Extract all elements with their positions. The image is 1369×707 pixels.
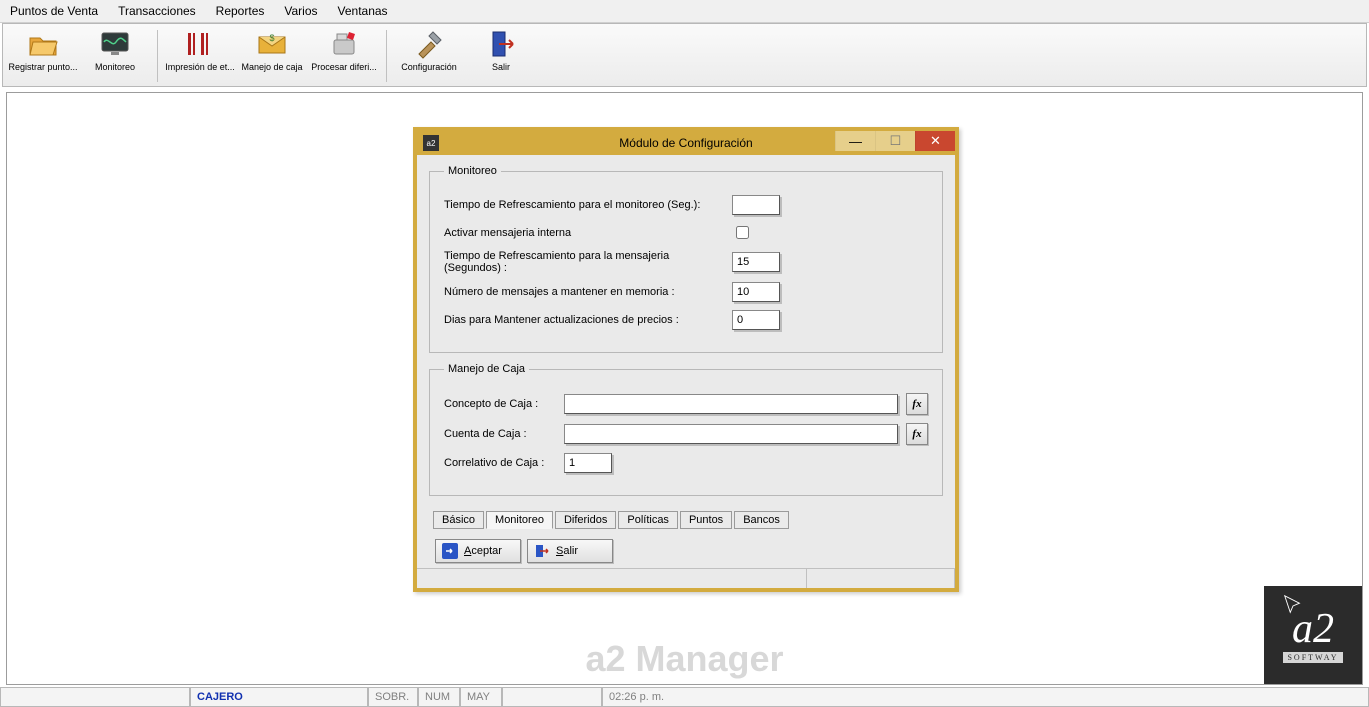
tools-icon — [413, 28, 445, 60]
toolbar-label: Salir — [492, 62, 510, 72]
group-caja-legend: Manejo de Caja — [444, 363, 529, 375]
dialog-statusbar — [417, 568, 955, 588]
accept-button[interactable]: Aceptar — [435, 539, 521, 563]
status-cajero: CAJERO — [190, 688, 368, 707]
main-toolbar: Registrar punto... Monitoreo Impresión d… — [2, 23, 1367, 87]
concepto-caja-label: Concepto de Caja : — [444, 398, 556, 410]
status-num: NUM — [418, 688, 460, 707]
folder-open-icon — [27, 28, 59, 60]
tab-politicas[interactable]: Políticas — [618, 511, 678, 529]
barcode-icon — [184, 28, 216, 60]
group-monitoreo: Monitoreo Tiempo de Refrescamiento para … — [429, 165, 943, 353]
brand-sub: SOFTWAY — [1283, 652, 1342, 663]
refresh-messaging-input[interactable] — [732, 252, 780, 272]
toolbar-label: Impresión de et... — [165, 62, 235, 72]
cuenta-caja-input[interactable] — [564, 424, 898, 444]
lookup-icon: fx — [912, 398, 921, 410]
enable-messaging-label: Activar mensajeria interna — [444, 227, 724, 239]
toolbar-label: Configuración — [401, 62, 457, 72]
menu-ventanas[interactable]: Ventanas — [334, 2, 392, 20]
enable-messaging-checkbox[interactable] — [736, 226, 749, 239]
menubar: Puntos de Venta Transacciones Reportes V… — [0, 0, 1369, 23]
watermark-text: a2 Manager — [585, 638, 783, 680]
menu-varios[interactable]: Varios — [280, 2, 321, 20]
dialog-tabstrip: Básico Monitoreo Diferidos Políticas Pun… — [429, 506, 943, 529]
toolbar-procesar-diferidos[interactable]: Procesar diferi... — [308, 26, 380, 74]
toolbar-configuracion[interactable]: Configuración — [393, 26, 465, 74]
num-messages-input[interactable] — [732, 282, 780, 302]
dialog-body: Monitoreo Tiempo de Refrescamiento para … — [417, 155, 955, 575]
status-may: MAY — [460, 688, 502, 707]
tab-puntos[interactable]: Puntos — [680, 511, 732, 529]
correlativo-caja-label: Correlativo de Caja : — [444, 457, 556, 469]
status-cell-empty — [0, 688, 190, 707]
group-monitoreo-legend: Monitoreo — [444, 165, 501, 177]
status-cell-empty2 — [502, 688, 602, 707]
svg-text:$: $ — [269, 33, 274, 43]
exit-arrow-icon — [534, 543, 550, 559]
toolbar-label: Registrar punto... — [8, 62, 77, 72]
days-price-input[interactable] — [732, 310, 780, 330]
accept-arrow-icon — [442, 543, 458, 559]
accept-label-rest: ceptar — [471, 545, 502, 557]
menu-transacciones[interactable]: Transacciones — [114, 2, 200, 20]
main-statusbar: CAJERO SOBR. NUM MAY 02:26 p. m. — [0, 687, 1369, 707]
cash-register-icon — [328, 28, 360, 60]
toolbar-separator — [157, 30, 158, 82]
toolbar-registrar-punto[interactable]: Registrar punto... — [7, 26, 79, 74]
monitor-icon — [99, 28, 131, 60]
maximize-button[interactable]: ☐ — [875, 131, 915, 151]
toolbar-label: Monitoreo — [95, 62, 135, 72]
tab-monitoreo[interactable]: Monitoreo — [486, 511, 553, 529]
dialog-status-cell — [807, 569, 955, 588]
brand-logo: a2 SOFTWAY — [1264, 586, 1362, 684]
days-price-label: Dias para Mantener actualizaciones de pr… — [444, 314, 724, 326]
toolbar-manejo-caja[interactable]: $ Manejo de caja — [236, 26, 308, 74]
toolbar-label: Manejo de caja — [241, 62, 302, 72]
cuenta-caja-lookup-button[interactable]: fx — [906, 423, 928, 445]
refresh-monitor-label: Tiempo de Refrescamiento para el monitor… — [444, 199, 724, 211]
dialog-status-cell — [417, 569, 807, 588]
config-dialog: a2 Módulo de Configuración — ☐ ✕ Monitor… — [413, 127, 959, 592]
cuenta-caja-label: Cuenta de Caja : — [444, 428, 556, 440]
refresh-messaging-label: Tiempo de Refrescamiento para la mensaje… — [444, 250, 724, 274]
group-manejo-caja: Manejo de Caja Concepto de Caja : fx Cue… — [429, 363, 943, 496]
menu-reportes[interactable]: Reportes — [212, 2, 269, 20]
toolbar-monitoreo[interactable]: Monitoreo — [79, 26, 151, 74]
status-time: 02:26 p. m. — [602, 688, 1369, 707]
toolbar-salir[interactable]: Salir — [465, 26, 537, 74]
num-messages-label: Número de mensajes a mantener en memoria… — [444, 286, 724, 298]
dialog-button-row: Aceptar Salir — [429, 529, 943, 569]
exit-button[interactable]: Salir — [527, 539, 613, 563]
envelope-money-icon: $ — [256, 28, 288, 60]
concepto-caja-lookup-button[interactable]: fx — [906, 393, 928, 415]
tab-basico[interactable]: Básico — [433, 511, 484, 529]
concepto-caja-input[interactable] — [564, 394, 898, 414]
status-sobr: SOBR. — [368, 688, 418, 707]
dialog-titlebar[interactable]: a2 Módulo de Configuración — ☐ ✕ — [417, 131, 955, 155]
tab-bancos[interactable]: Bancos — [734, 511, 789, 529]
exit-door-icon — [485, 28, 517, 60]
close-button[interactable]: ✕ — [915, 131, 955, 151]
cursor-icon — [1282, 594, 1304, 616]
toolbar-impresion-etiquetas[interactable]: Impresión de et... — [164, 26, 236, 74]
lookup-icon: fx — [912, 428, 921, 440]
toolbar-label: Procesar diferi... — [311, 62, 377, 72]
toolbar-separator — [386, 30, 387, 82]
correlativo-caja-input[interactable] — [564, 453, 612, 473]
app-icon: a2 — [423, 135, 439, 151]
minimize-button[interactable]: — — [835, 131, 875, 151]
tab-diferidos[interactable]: Diferidos — [555, 511, 616, 529]
refresh-monitor-input[interactable] — [732, 195, 780, 215]
exit-label-rest: alir — [563, 545, 578, 557]
menu-puntos-de-venta[interactable]: Puntos de Venta — [6, 2, 102, 20]
